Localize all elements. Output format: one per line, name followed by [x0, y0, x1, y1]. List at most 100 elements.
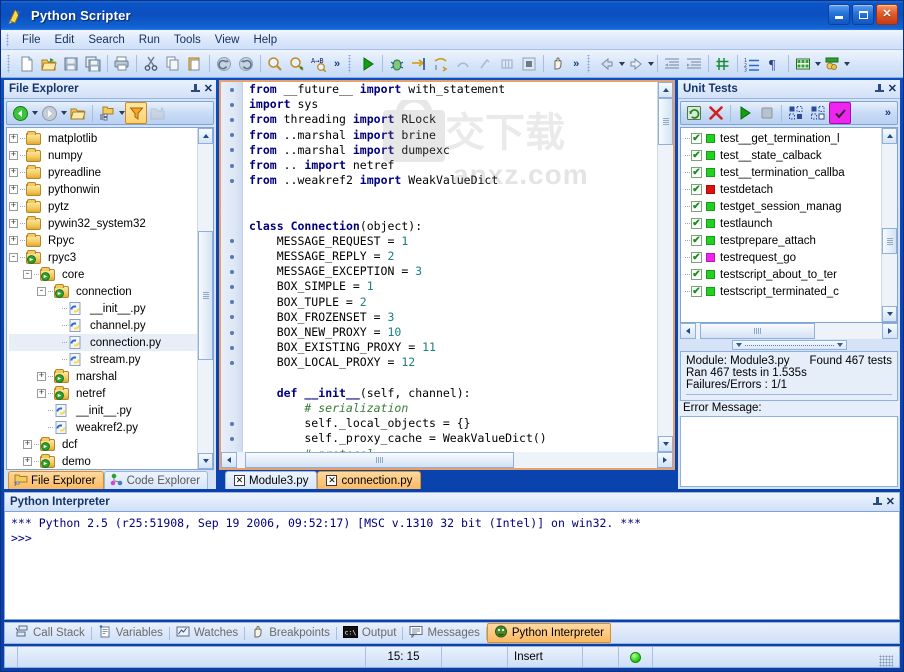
unit-test-item[interactable]: ✔ testget_session_manag	[685, 198, 881, 215]
unit-tests-hscrollbar[interactable]	[680, 323, 898, 339]
tree-expander-expand[interactable]: +	[9, 202, 18, 211]
bottom-tab-watches[interactable]: Watches	[170, 623, 244, 643]
bottom-tab-python-interpreter[interactable]: Python Interpreter	[486, 623, 611, 643]
editor-body[interactable]: from __future__ import with_statement imp…	[221, 82, 673, 452]
file-tree-item[interactable]: stream.py	[9, 351, 197, 368]
scroll-up-button[interactable]	[658, 82, 673, 98]
code-line[interactable]: BOX_NEW_PROXY = 10	[249, 325, 657, 340]
deselect-all-icon[interactable]	[807, 102, 829, 124]
menu-item-file[interactable]: File	[15, 32, 48, 48]
test-checkbox[interactable]: ✔	[691, 184, 702, 195]
find-next-icon[interactable]	[286, 53, 308, 75]
cut-icon[interactable]	[140, 53, 162, 75]
gutter-line[interactable]	[221, 279, 242, 294]
gutter-line[interactable]	[221, 386, 242, 401]
scroll-down-button[interactable]	[198, 453, 213, 469]
test-checkbox[interactable]: ✔	[691, 218, 702, 229]
close-icon[interactable]: ✕	[234, 475, 245, 486]
gutter-line[interactable]	[221, 431, 242, 446]
clear-icon[interactable]	[705, 102, 727, 124]
minimize-button[interactable]	[828, 4, 850, 25]
pin-icon[interactable]	[872, 496, 882, 508]
scroll-thumb[interactable]	[245, 452, 515, 468]
tree-expander-collapse[interactable]: -	[37, 287, 46, 296]
menu-gripper[interactable]	[5, 32, 12, 47]
tree-expander-collapse[interactable]: -	[9, 253, 18, 262]
forward-dropdown-icon[interactable]	[648, 61, 655, 66]
bottom-tab-output[interactable]: c:\ Output	[337, 624, 403, 643]
code-line[interactable]: BOX_SIMPLE = 1	[249, 279, 657, 294]
gutter-line[interactable]	[221, 158, 242, 173]
pin-icon[interactable]	[190, 83, 200, 95]
theme-dropdown-icon[interactable]	[844, 61, 851, 66]
gutter-line[interactable]	[221, 204, 242, 219]
file-tree-item[interactable]: weakref2.py	[9, 419, 197, 436]
unit-test-item[interactable]: ✔ testdetach	[685, 181, 881, 198]
code-line[interactable]: import sys	[249, 97, 657, 112]
close-icon[interactable]: ✕	[888, 83, 897, 95]
file-tree-item[interactable]: + pywin32_system32	[9, 215, 197, 232]
code-line[interactable]: BOX_FROZENSET = 3	[249, 310, 657, 325]
file-tree-item[interactable]: + Rpyc	[9, 232, 197, 249]
theme-icon[interactable]	[821, 53, 843, 75]
browse-folder-icon[interactable]	[96, 102, 118, 124]
gutter-line[interactable]	[221, 249, 242, 264]
close-icon[interactable]: ✕	[886, 496, 895, 508]
file-tree-item[interactable]: + pythonwin	[9, 181, 197, 198]
file-tree-item[interactable]: channel.py	[9, 317, 197, 334]
interpreter-output[interactable]: *** Python 2.5 (r25:51908, Sep 19 2006, …	[4, 511, 900, 620]
file-tree-item[interactable]: + demo	[9, 453, 197, 469]
code-line[interactable]: def __init__(self, channel):	[249, 386, 657, 401]
file-explorer-tab-code-explorer[interactable]: Code Explorer	[103, 471, 209, 489]
close-icon[interactable]: ✕	[326, 475, 338, 486]
code-line[interactable]: class Connection(object):	[249, 219, 657, 234]
tree-expander-expand[interactable]: +	[9, 236, 18, 245]
maximize-button[interactable]	[852, 4, 874, 25]
unit-test-item[interactable]: ✔ testlaunch	[685, 215, 881, 232]
code-line[interactable]	[249, 371, 657, 386]
code-line[interactable]: self._proxy_cache = WeakValueDict()	[249, 431, 657, 446]
scroll-right-button[interactable]	[657, 452, 673, 468]
code-line[interactable]: BOX_TUPLE = 2	[249, 295, 657, 310]
step-over-icon[interactable]	[430, 53, 452, 75]
gutter-line[interactable]	[221, 219, 242, 234]
scroll-down-button[interactable]	[658, 436, 673, 452]
editor-tab-connection-py[interactable]: ✕ connection.py	[317, 471, 422, 489]
run-to-cursor-icon[interactable]	[474, 53, 496, 75]
unit-test-item[interactable]: ✔ testscript_terminated_c	[685, 283, 881, 300]
file-tree-scrollbar[interactable]	[197, 128, 213, 469]
code-line[interactable]: from ..marshal import dumpexc	[249, 143, 657, 158]
gutter-line[interactable]	[221, 264, 242, 279]
unit-tests-overflow[interactable]: »	[881, 107, 895, 119]
file-tree-item[interactable]: + marshal	[9, 368, 197, 385]
bottom-tab-call-stack[interactable]: Call Stack	[9, 623, 91, 643]
editor-tab-module3-py[interactable]: ✕ Module3.py	[225, 471, 318, 489]
editor-hscrollbar[interactable]	[221, 452, 673, 468]
scroll-right-button[interactable]	[882, 323, 898, 339]
scroll-track[interactable]	[658, 98, 673, 436]
file-tree-item[interactable]: __init__.py	[9, 300, 197, 317]
back-icon[interactable]	[596, 53, 618, 75]
test-checkbox[interactable]: ✔	[691, 201, 702, 212]
scroll-thumb[interactable]	[198, 230, 213, 361]
run-icon[interactable]	[357, 53, 379, 75]
forward-icon[interactable]	[38, 102, 60, 124]
paste-icon[interactable]	[184, 53, 206, 75]
scroll-left-button[interactable]	[221, 452, 237, 468]
run-tests-icon[interactable]	[734, 102, 756, 124]
menu-item-view[interactable]: View	[208, 32, 247, 48]
redo-icon[interactable]	[235, 53, 257, 75]
unit-test-item[interactable]: ✔ testrequest_go	[685, 249, 881, 266]
pin-icon[interactable]	[874, 83, 884, 95]
forward-icon[interactable]	[625, 53, 647, 75]
undo-icon[interactable]	[213, 53, 235, 75]
gutter-line[interactable]	[221, 401, 242, 416]
gutter-line[interactable]	[221, 128, 242, 143]
code-line[interactable]: BOX_LOCAL_PROXY = 12	[249, 355, 657, 370]
line-numbers-icon[interactable]: 123	[741, 53, 763, 75]
scroll-track[interactable]	[696, 323, 882, 339]
gutter-line[interactable]	[221, 340, 242, 355]
file-tree-item[interactable]: + dcf	[9, 436, 197, 453]
code-editor[interactable]: from __future__ import with_statement imp…	[219, 80, 675, 470]
scroll-left-button[interactable]	[680, 323, 696, 339]
